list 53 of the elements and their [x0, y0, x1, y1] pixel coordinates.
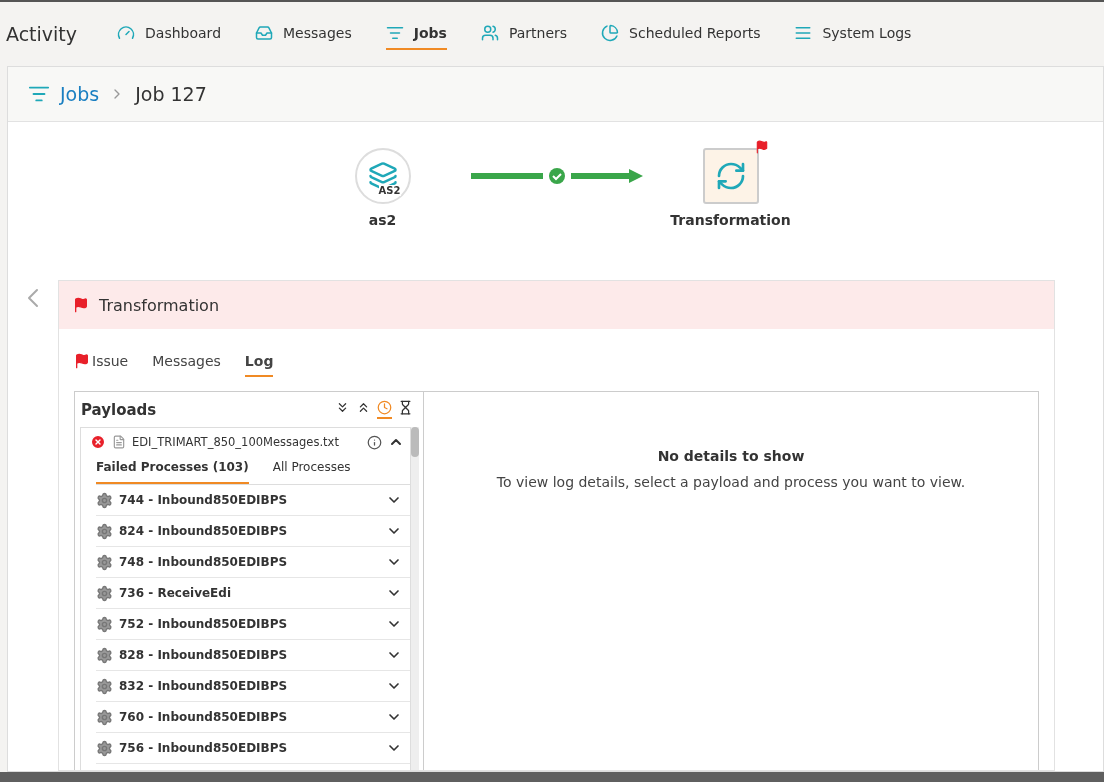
gear-icon [96, 615, 113, 633]
nav-tab[interactable]: Partners [480, 18, 568, 50]
users-icon [480, 24, 499, 42]
flag-icon [73, 297, 89, 313]
file-name[interactable]: EDI_TRIMART_850_100Messages.txt [132, 435, 361, 449]
scrollbar-thumb[interactable] [411, 427, 419, 457]
gear-icon [96, 646, 113, 664]
process-name[interactable]: 760 - Inbound850EDIBPS [119, 710, 380, 724]
list-icon [794, 24, 813, 42]
process-name[interactable]: 828 - Inbound850EDIBPS [119, 648, 380, 662]
nav-tab[interactable]: Dashboard [117, 18, 222, 50]
file-icon [112, 435, 126, 449]
node-badge: AS2 [378, 185, 401, 196]
tab[interactable]: Failed Processes (103) [96, 454, 249, 484]
process-name[interactable]: 824 - Inbound850EDIBPS [119, 524, 380, 538]
pie-chart-icon [601, 24, 620, 42]
process-name[interactable]: 752 - Inbound850EDIBPS [119, 617, 380, 631]
node-icon[interactable]: AS2 [354, 148, 411, 204]
breadcrumb-link[interactable]: Jobs [60, 83, 100, 105]
panel-title: Transformation [99, 295, 220, 315]
info-icon[interactable] [367, 434, 382, 450]
gear-icon [96, 553, 113, 571]
flag-icon [74, 353, 90, 369]
node-label: Transformation [670, 212, 791, 228]
gear-icon [96, 491, 113, 509]
process-name[interactable]: 756 - Inbound850EDIBPS [119, 741, 380, 755]
empty-title: No details to show [657, 448, 805, 464]
tab[interactable]: All Processes [272, 454, 351, 484]
breadcrumb-current: Job 127 [135, 83, 207, 105]
payloads-title: Payloads [81, 400, 157, 419]
node-label: as2 [368, 212, 397, 228]
nav-tab[interactable]: Scheduled Reports [601, 18, 761, 50]
gear-icon [96, 584, 113, 602]
tab[interactable]: Issue [74, 353, 129, 377]
nav-tab[interactable]: Messages [255, 18, 352, 50]
gear-icon [96, 708, 113, 726]
process-name[interactable]: 744 - Inbound850EDIBPS [119, 493, 380, 507]
inbox-icon [255, 24, 274, 42]
gauge-icon [117, 24, 136, 42]
process-name[interactable]: 748 - Inbound850EDIBPS [119, 555, 380, 569]
gear-icon [96, 739, 113, 757]
node-icon[interactable] [702, 148, 759, 204]
gear-icon [96, 677, 113, 695]
flag-icon [754, 140, 769, 154]
nav-tab[interactable]: Jobs [385, 18, 447, 50]
tab[interactable]: Log [244, 353, 274, 377]
empty-message: To view log details, select a payload and process you want to view. [496, 474, 966, 490]
nav-tab[interactable]: System Logs [794, 18, 912, 50]
gear-icon [96, 522, 113, 540]
process-name[interactable]: 832 - Inbound850EDIBPS [119, 679, 380, 693]
process-name[interactable]: 736 - ReceiveEdi [119, 586, 380, 600]
tab[interactable]: Messages [152, 353, 221, 377]
app-title: Activity [6, 23, 78, 45]
